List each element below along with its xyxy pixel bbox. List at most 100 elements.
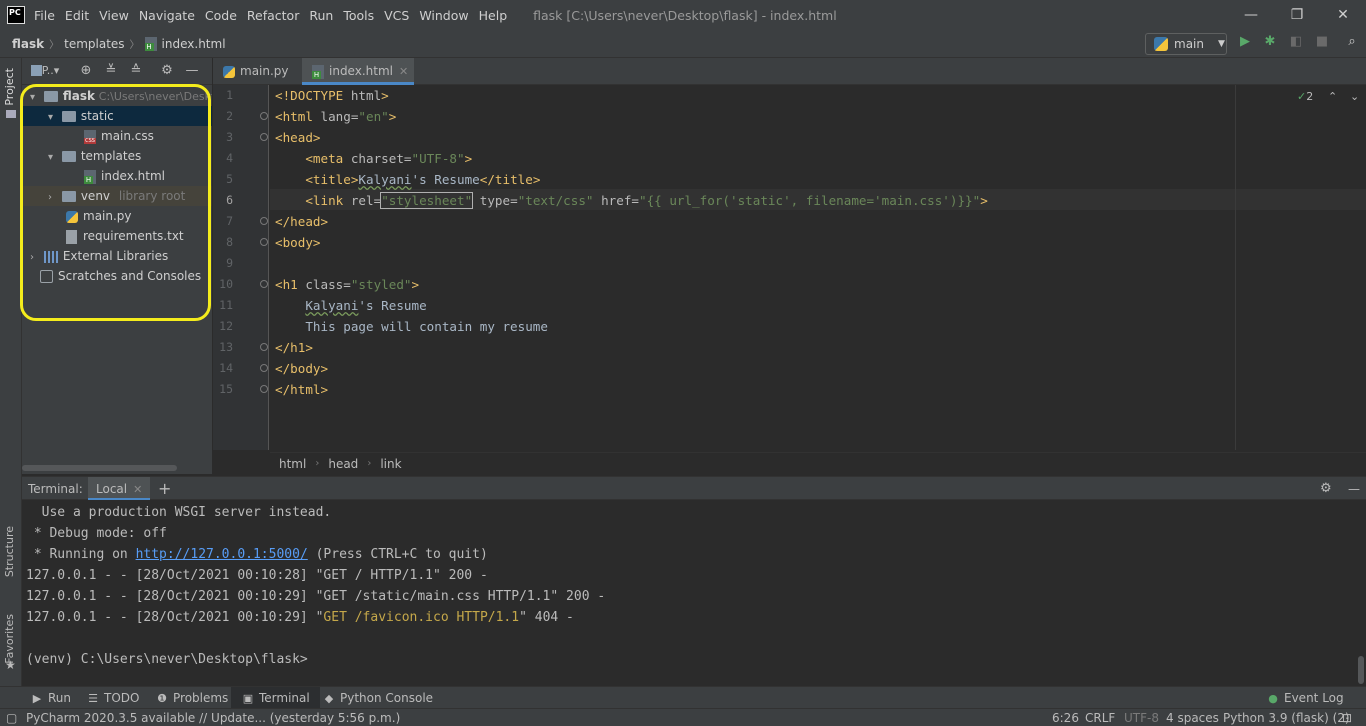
- minimize-button[interactable]: —: [1228, 0, 1274, 30]
- python-icon: [1154, 37, 1168, 51]
- status-message[interactable]: PyCharm 2020.3.5 available // Update... …: [26, 709, 400, 726]
- code-line: </h1>: [275, 340, 313, 355]
- close-tab-icon[interactable]: ✕: [133, 483, 142, 496]
- title-bar: PC File Edit View Navigate Code Refactor…: [0, 0, 1366, 30]
- next-highlight-icon[interactable]: ⌄: [1350, 90, 1359, 103]
- python-console-tool-button[interactable]: ◆ Python Console: [322, 687, 433, 709]
- fold-marker-icon[interactable]: [260, 385, 268, 393]
- view-selector[interactable]: P..▾: [30, 63, 60, 79]
- debug-icon[interactable]: ✱: [1262, 34, 1278, 50]
- breadcrumb-link[interactable]: link: [380, 457, 401, 471]
- hide-panel-icon[interactable]: —: [184, 63, 200, 79]
- menu-help[interactable]: Help: [479, 8, 508, 23]
- code-editor[interactable]: <!DOCTYPE html> <html lang="en"> <head> …: [270, 85, 1366, 450]
- fold-marker-icon[interactable]: [260, 280, 268, 288]
- run-config-selector[interactable]: main ▼: [1145, 33, 1227, 55]
- previous-highlight-icon[interactable]: ⌃: [1328, 90, 1337, 103]
- menu-code[interactable]: Code: [205, 8, 237, 23]
- terminal-label: Terminal:: [28, 482, 83, 496]
- gear-icon[interactable]: ⚙: [1320, 477, 1332, 501]
- event-log-button[interactable]: ● Event Log: [1266, 687, 1343, 709]
- python-file-icon: [223, 65, 235, 78]
- menu-window[interactable]: Window: [419, 8, 468, 23]
- collapse-all-icon[interactable]: ≙: [128, 63, 144, 79]
- coverage-icon[interactable]: ◧: [1288, 34, 1304, 50]
- breadcrumb-file[interactable]: index.html: [162, 37, 226, 51]
- menu-navigate[interactable]: Navigate: [139, 8, 195, 23]
- problems-tool-button[interactable]: ❶ Problems: [155, 687, 228, 709]
- terminal-tab-local[interactable]: Local ✕: [88, 477, 151, 501]
- fold-marker-icon[interactable]: [260, 238, 268, 246]
- project-tool-tab[interactable]: Project: [3, 68, 16, 106]
- menu-vcs[interactable]: VCS: [384, 8, 409, 23]
- fold-marker-icon[interactable]: [260, 112, 268, 120]
- tab-main-py[interactable]: main.py: [213, 58, 302, 85]
- tool-window-bar: ▶ Run ☰ TODO ❶ Problems ▣ Terminal ◆ Python C…: [0, 686, 1366, 709]
- line-number: 1: [226, 88, 233, 102]
- caret-position[interactable]: 6:26: [1052, 709, 1079, 726]
- code-line: <link rel="stylesheet" type="text/css" h…: [305, 192, 988, 209]
- code-line: <body>: [275, 235, 321, 250]
- breadcrumb-html[interactable]: html: [279, 457, 306, 471]
- line-separator[interactable]: CRLF: [1085, 709, 1115, 726]
- star-icon: ★: [5, 658, 16, 672]
- code-line: </html>: [275, 382, 329, 397]
- chevron-right-icon: 〉: [49, 40, 60, 51]
- window-title: flask [C:\Users\never\Desktop\flask] - i…: [533, 7, 837, 23]
- line-number: 6: [226, 193, 233, 207]
- run-tool-button[interactable]: ▶ Run: [30, 687, 71, 709]
- python-interpreter[interactable]: Python 3.9 (flask) (2): [1223, 709, 1350, 726]
- breadcrumb-templates[interactable]: templates: [64, 37, 124, 51]
- file-encoding[interactable]: UTF-8: [1124, 709, 1159, 726]
- hide-panel-icon[interactable]: —: [1348, 477, 1360, 501]
- gear-icon[interactable]: ⚙: [159, 63, 175, 79]
- line-number: 9: [226, 256, 233, 270]
- structure-tool-tab[interactable]: Structure: [3, 526, 16, 577]
- lock-icon[interactable]: ⊡: [1342, 709, 1352, 726]
- locate-icon[interactable]: ⊕: [78, 63, 94, 79]
- todo-tool-button[interactable]: ☰ TODO: [86, 687, 139, 709]
- fold-marker-icon[interactable]: [260, 364, 268, 372]
- tab-index-html[interactable]: index.html✕: [302, 58, 414, 85]
- folder-icon: [6, 110, 16, 118]
- project-scrollbar[interactable]: [22, 465, 177, 471]
- inspection-widget[interactable]: ✓2: [1297, 90, 1313, 103]
- python-icon: ◆: [324, 692, 334, 705]
- server-url-link[interactable]: http://127.0.0.1:5000/: [136, 547, 308, 562]
- line-number: 12: [219, 319, 233, 333]
- code-line: <head>: [275, 130, 321, 145]
- fold-marker-icon[interactable]: [260, 217, 268, 225]
- editor-breadcrumbs: html › head › link: [270, 452, 1366, 474]
- event-log-icon: ●: [1268, 692, 1278, 705]
- breadcrumb-head[interactable]: head: [328, 457, 358, 471]
- terminal-header: Terminal: Local ✕ + ⚙ —: [22, 476, 1366, 501]
- expand-all-icon[interactable]: ≚: [103, 63, 119, 79]
- terminal-icon: ▣: [242, 692, 254, 705]
- menu-refactor[interactable]: Refactor: [247, 8, 299, 23]
- fold-marker-icon[interactable]: [260, 343, 268, 351]
- terminal-output[interactable]: Use a production WSGI server instead. * …: [22, 500, 1366, 686]
- terminal-tool-button[interactable]: ▣ Terminal: [231, 687, 320, 709]
- search-icon[interactable]: ⌕: [1344, 34, 1360, 50]
- breadcrumb-project[interactable]: flask: [12, 37, 44, 51]
- menu-edit[interactable]: Edit: [65, 8, 89, 23]
- menu-tools[interactable]: Tools: [343, 8, 374, 23]
- project-toolbar: P..▾ ⊕ ≚ ≙ ⚙ —: [22, 58, 212, 85]
- new-terminal-button[interactable]: +: [158, 477, 171, 501]
- check-icon: ✓: [1297, 90, 1307, 103]
- line-number: 13: [219, 340, 233, 354]
- terminal-scrollbar[interactable]: [1358, 656, 1364, 684]
- close-tab-icon[interactable]: ✕: [399, 65, 408, 78]
- stop-icon[interactable]: ■: [1314, 34, 1330, 50]
- fold-marker-icon[interactable]: [260, 133, 268, 141]
- menu-file[interactable]: File: [34, 8, 55, 23]
- line-number: 4: [226, 151, 233, 165]
- menu-run[interactable]: Run: [309, 8, 333, 23]
- chevron-right-icon: ›: [367, 458, 372, 469]
- indent-setting[interactable]: 4 spaces: [1166, 709, 1219, 726]
- menu-view[interactable]: View: [99, 8, 129, 23]
- run-icon[interactable]: ▶: [1237, 34, 1253, 50]
- favorites-tool-tab[interactable]: Favorites: [3, 614, 16, 664]
- restore-button[interactable]: ❐: [1274, 0, 1320, 30]
- close-window-button[interactable]: ✕: [1320, 0, 1366, 30]
